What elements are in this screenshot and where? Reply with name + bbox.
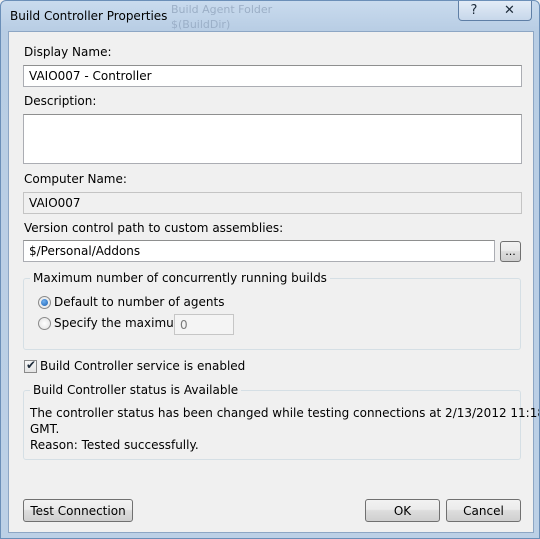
default-agents-label[interactable]: Default to number of agents [54, 295, 224, 309]
max-builds-input[interactable]: 0 [174, 314, 234, 335]
cancel-button[interactable]: Cancel [446, 499, 521, 522]
status-message-line1: The controller status has been changed w… [30, 406, 540, 420]
version-control-path-field[interactable]: $/Personal/Addons [23, 240, 495, 262]
dialog-body: Display Name: VAIO007 - Controller Descr… [8, 31, 539, 533]
computer-name-label: Computer Name: [24, 172, 127, 186]
help-icon: ? [470, 3, 478, 18]
service-enabled-label[interactable]: Build Controller service is enabled [40, 359, 245, 373]
description-field[interactable] [23, 114, 522, 164]
help-button[interactable]: ? [458, 1, 490, 21]
dialog-title: Build Controller Properties [10, 9, 168, 23]
specify-maximum-label[interactable]: Specify the maximum: [54, 316, 190, 330]
status-message-line2: GMT. [30, 422, 60, 436]
ok-button[interactable]: OK [365, 499, 440, 522]
controller-status-group: Build Controller status is Available The… [23, 383, 539, 460]
test-connection-button[interactable]: Test Connection [23, 499, 133, 522]
status-reason: Reason: Tested successfully. [30, 438, 199, 452]
version-control-path-label: Version control path to custom assemblie… [24, 221, 284, 235]
display-name-field[interactable]: VAIO007 - Controller [23, 65, 522, 87]
browse-button[interactable]: ... [500, 241, 521, 262]
build-controller-properties-dialog: Build Agent Folder $(BuildDir) Build Con… [0, 0, 540, 539]
description-label: Description: [24, 94, 97, 108]
check-icon: ✔ [26, 358, 37, 372]
title-bar[interactable]: Build Agent Folder $(BuildDir) Build Con… [1, 1, 539, 31]
default-agents-radio[interactable] [38, 296, 51, 309]
close-button[interactable]: ✕ [488, 1, 532, 21]
close-icon: ✕ [504, 3, 515, 18]
controller-status-title: Build Controller status is Available [30, 383, 242, 397]
computer-name-field: VAIO007 [23, 192, 522, 214]
specify-maximum-radio[interactable] [38, 317, 51, 330]
background-window-text: Build Agent Folder [171, 3, 273, 16]
display-name-label: Display Name: [24, 45, 112, 59]
max-concurrent-builds-group: Maximum number of concurrently running b… [23, 271, 521, 350]
max-concurrent-builds-title: Maximum number of concurrently running b… [30, 271, 330, 285]
background-window-text: $(BuildDir) [171, 18, 231, 31]
service-enabled-checkbox[interactable]: ✔ [24, 358, 37, 373]
